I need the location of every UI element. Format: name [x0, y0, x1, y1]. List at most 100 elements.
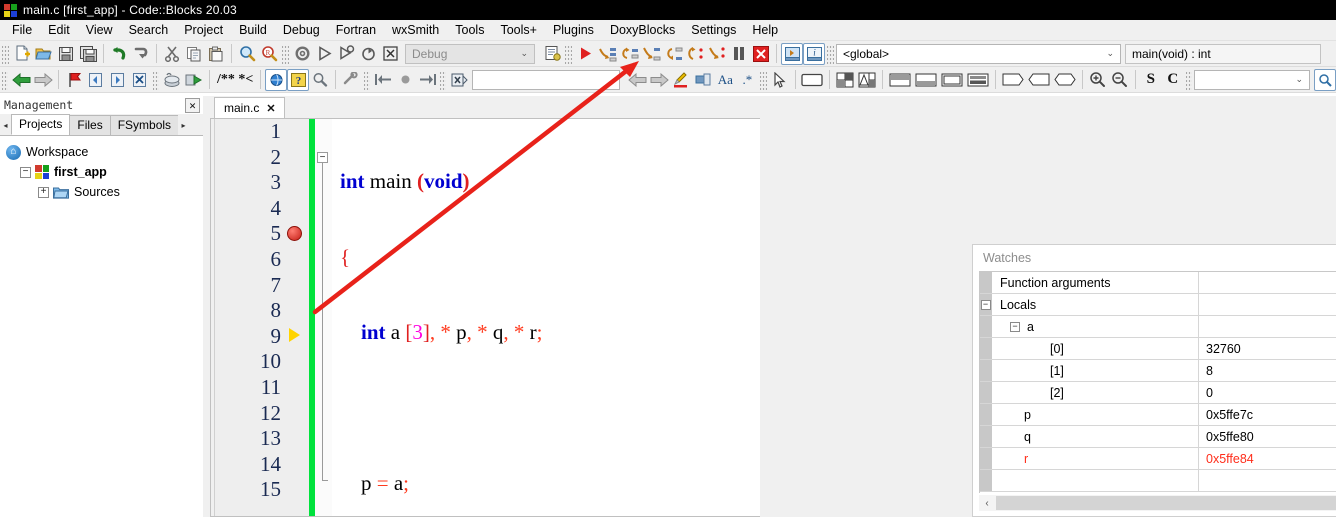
prev-bookmark-icon[interactable] — [85, 69, 107, 91]
scope-combo[interactable]: <global> ⌄ — [836, 43, 1121, 64]
clear-bookmarks-icon[interactable] — [129, 69, 151, 91]
open-file-icon[interactable] — [33, 43, 55, 65]
breakpoint-icon[interactable] — [287, 226, 302, 241]
symbols-s-button[interactable]: S — [1140, 69, 1162, 91]
debug-continue-icon[interactable] — [574, 43, 596, 65]
next-instruction-icon[interactable] — [684, 43, 706, 65]
menu-tools-plus[interactable]: Tools+ — [492, 21, 544, 39]
pointer-tool-icon[interactable] — [769, 69, 791, 91]
menu-debug[interactable]: Debug — [275, 21, 328, 39]
nav-forward-icon[interactable] — [32, 69, 54, 91]
highlight-occurrences-icon[interactable] — [670, 69, 692, 91]
toolbar-grip[interactable] — [282, 43, 289, 64]
nav-back-icon[interactable] — [10, 69, 32, 91]
flow-end-icon[interactable] — [1026, 69, 1052, 91]
doxyblocks-run-icon[interactable] — [265, 68, 288, 91]
cut-icon[interactable] — [161, 43, 183, 65]
debugging-windows-icon[interactable] — [781, 42, 803, 65]
doc-search-icon[interactable] — [1314, 68, 1336, 91]
wxsmith-panel-icon[interactable] — [799, 69, 825, 91]
close-icon[interactable]: ✕ — [185, 97, 200, 113]
tab-scroll-left-icon[interactable]: ◂ — [0, 115, 11, 135]
flow-both-icon[interactable] — [1052, 69, 1078, 91]
build-target-combo[interactable]: Debug ⌄ — [405, 43, 535, 64]
search-prev-icon[interactable] — [626, 69, 648, 91]
table-row[interactable]: [2] 0 — [980, 382, 1336, 404]
paste-icon[interactable] — [205, 43, 227, 65]
doxyblocks-help-icon[interactable]: ? — [287, 68, 310, 91]
table-row[interactable]: [1] 8 — [980, 360, 1336, 382]
menu-build[interactable]: Build — [231, 21, 275, 39]
tab-scroll-right-icon[interactable]: ▸ — [178, 115, 190, 135]
scroll-left-icon[interactable]: ‹ — [979, 498, 995, 509]
save-icon[interactable] — [55, 43, 77, 65]
table-row[interactable]: p 0x5ffe7c — [980, 404, 1336, 426]
toggle-bookmark-icon[interactable] — [63, 69, 85, 91]
table-row[interactable]: − Locals — [980, 294, 1336, 316]
fold-toggle-icon[interactable]: − — [317, 152, 328, 163]
tab-projects[interactable]: Projects — [11, 114, 71, 135]
menu-doxyblocks[interactable]: DoxyBlocks — [602, 21, 683, 39]
table-row[interactable] — [980, 470, 1336, 492]
dock-full-icon[interactable] — [939, 69, 965, 91]
goto-line-start-icon[interactable] — [372, 69, 394, 91]
toolbar-grip[interactable] — [565, 43, 572, 64]
expander-icon[interactable]: + — [38, 186, 49, 198]
zoom-out-icon[interactable] — [1109, 69, 1131, 91]
table-row[interactable]: q 0x5ffe80 — [980, 426, 1336, 448]
build-icon[interactable] — [291, 43, 313, 65]
search-next-icon[interactable] — [648, 69, 670, 91]
tab-files[interactable]: Files — [69, 115, 111, 135]
table-row[interactable]: [0] 32760 — [980, 338, 1336, 360]
doxyblocks-extract-icon[interactable] — [309, 69, 331, 91]
menu-file[interactable]: File — [4, 21, 40, 39]
scrollbar-thumb[interactable] — [996, 496, 1336, 510]
new-file-icon[interactable] — [11, 43, 33, 65]
tab-fsymbols[interactable]: FSymbols — [109, 115, 180, 135]
zoom-in-icon[interactable] — [1087, 69, 1109, 91]
run-to-cursor-icon[interactable] — [596, 43, 618, 65]
expander-icon[interactable]: − — [1010, 321, 1020, 332]
toolbar-grip[interactable] — [2, 43, 9, 64]
toolbar-grip[interactable] — [440, 69, 447, 90]
compile-current-icon[interactable] — [161, 69, 183, 91]
tree-item-sources[interactable]: + Sources — [6, 182, 203, 202]
code-editor[interactable]: 1 2 3 4 5 6 7 8 9 10 11 12 13 14 15 − in… — [210, 118, 760, 517]
goto-line-icon[interactable] — [394, 69, 416, 91]
toolbar-grip[interactable] — [760, 69, 767, 90]
next-line-icon[interactable] — [618, 43, 640, 65]
tree-item-first-app[interactable]: − first_app — [6, 162, 203, 182]
close-icon[interactable]: ✕ — [266, 102, 275, 115]
doxyblocks-config-icon[interactable] — [340, 69, 362, 91]
menu-project[interactable]: Project — [176, 21, 231, 39]
toolbar-grip[interactable] — [827, 43, 834, 64]
regex-icon[interactable]: .* — [736, 69, 758, 91]
toolbar-grip[interactable] — [153, 69, 160, 90]
menu-settings[interactable]: Settings — [683, 21, 744, 39]
search-input[interactable] — [472, 69, 621, 90]
dock-bottom-icon[interactable] — [913, 69, 939, 91]
fold-margin[interactable]: − — [315, 119, 332, 516]
next-bookmark-icon[interactable] — [107, 69, 129, 91]
menu-edit[interactable]: Edit — [40, 21, 78, 39]
line-number-gutter[interactable]: 1 2 3 4 5 6 7 8 9 10 11 12 13 14 15 — [215, 119, 287, 516]
step-into-icon[interactable] — [640, 43, 662, 65]
watches-horizontal-scrollbar[interactable]: ‹ › — [979, 495, 1336, 511]
layout-quad-icon[interactable] — [834, 69, 856, 91]
rebuild-icon[interactable] — [357, 43, 379, 65]
build-and-run-icon[interactable] — [335, 43, 357, 65]
redo-icon[interactable] — [130, 43, 152, 65]
layout-split-icon[interactable] — [856, 69, 878, 91]
undo-icon[interactable] — [108, 43, 130, 65]
watches-table[interactable]: Function arguments − Locals − a [0] 3276… — [979, 271, 1336, 493]
menu-search[interactable]: Search — [121, 21, 177, 39]
toolbar-grip[interactable] — [363, 69, 371, 90]
break-debugger-icon[interactable] — [728, 43, 750, 65]
match-case-icon[interactable]: Aa — [714, 69, 736, 91]
menu-wxsmith[interactable]: wxSmith — [384, 21, 447, 39]
symbols-c-button[interactable]: C — [1162, 69, 1184, 91]
doxyblocks-comment-icon[interactable]: /** *< — [214, 69, 256, 91]
doc-combo[interactable]: ⌄ — [1194, 69, 1311, 90]
find-icon[interactable] — [236, 43, 258, 65]
table-row[interactable]: r 0x5ffe84 — [980, 448, 1336, 470]
